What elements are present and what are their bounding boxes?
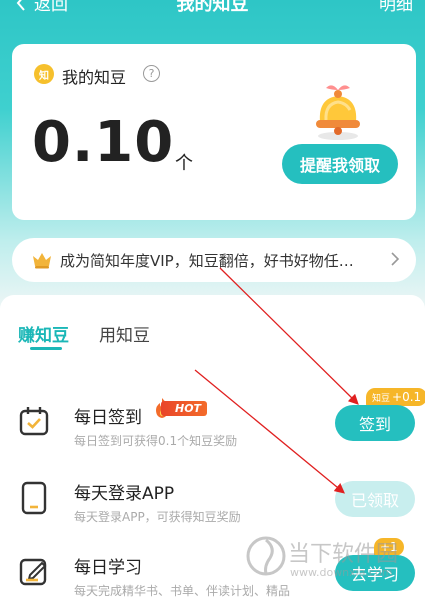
hot-badge: HOT (153, 397, 208, 419)
task-desc: 每天登录APP，可获得知豆奖励 (74, 510, 241, 524)
vip-banner[interactable]: 成为简知年度VIP，知豆翻倍，好书好物任… (12, 238, 416, 282)
task-desc: 每天完成精华书、书单、伴读计划、精品 (74, 584, 291, 598)
watermark-url: www.downxia.com (290, 566, 393, 579)
task-name: 每天登录APP (74, 484, 175, 504)
calendar-icon (19, 407, 49, 436)
balance-unit: 个 (175, 153, 193, 174)
crown-icon (33, 253, 51, 269)
hot-label: HOT (161, 400, 208, 416)
balance-card: 知 我的知豆 ? 0.10 个 提醒我领取 (12, 44, 416, 220)
task-desc: 每日签到可获得0.1个知豆奖励 (74, 434, 238, 448)
remind-button[interactable]: 提醒我领取 (282, 144, 398, 184)
balance-amount: 0.10 (32, 110, 175, 175)
help-icon[interactable]: ? (143, 65, 160, 82)
watermark-logo-icon (246, 536, 286, 576)
checkin-button[interactable]: 签到 (335, 405, 415, 441)
coin-icon: 知 (34, 64, 54, 84)
tablet-icon (21, 481, 47, 515)
reward-badge: 知豆 +0.1 (366, 388, 425, 406)
reward-badge-prefix: 知豆 (372, 393, 391, 404)
page-title: 我的知豆 (176, 0, 249, 15)
watermark: 当下软件园 www.downxia.com (246, 534, 398, 582)
task-name: 每日学习 (74, 558, 142, 578)
tab-earn[interactable]: 赚知豆 (18, 321, 69, 346)
tab-use[interactable]: 用知豆 (99, 321, 150, 346)
watermark-text: 当下软件园 (288, 542, 399, 567)
reward-badge-value: +0.1 (392, 390, 422, 404)
task-name: 每日签到 (74, 408, 142, 428)
edit-note-icon (19, 558, 47, 586)
balance-label: 我的知豆 (62, 68, 127, 87)
chevron-right-icon (391, 252, 400, 266)
vip-banner-text: 成为简知年度VIP，知豆翻倍，好书好物任… (60, 252, 354, 270)
claimed-button[interactable]: 已领取 (335, 481, 415, 517)
nav-bar: 返回 我的知豆 明细 (0, 0, 425, 20)
bell-icon (316, 85, 360, 140)
detail-link[interactable]: 明细 (379, 0, 413, 15)
task-daily-checkin: 每日签到 HOT 每日签到可获得0.1个知豆奖励 知豆 +0.1 签到 (0, 388, 425, 471)
active-tab-indicator (30, 347, 62, 350)
